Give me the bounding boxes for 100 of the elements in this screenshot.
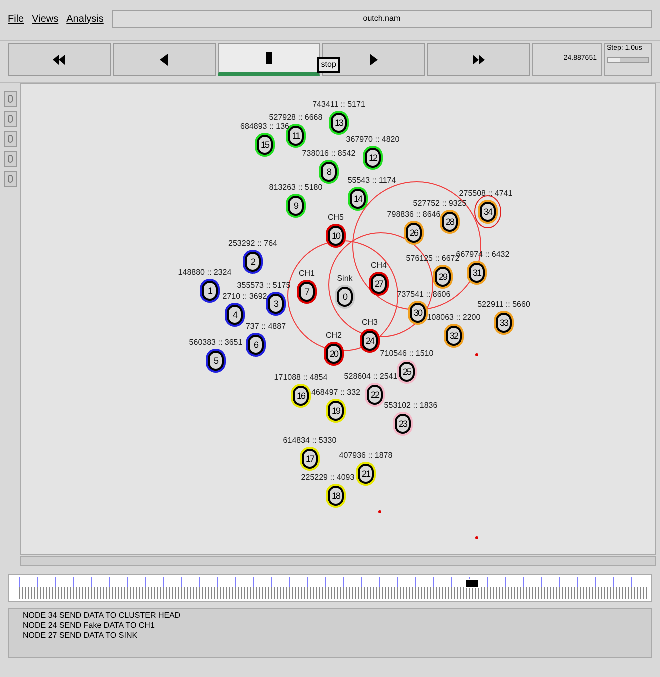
node-number: 34 (482, 204, 494, 220)
network-node[interactable]: 30 (408, 301, 428, 325)
node-label: CH3 (362, 318, 378, 327)
network-node[interactable]: 21 (356, 462, 376, 486)
node-number: 33 (498, 315, 510, 331)
node-label: CH1 (299, 269, 315, 278)
node-number: 17 (304, 451, 316, 467)
toolbar-icon[interactable] (4, 131, 16, 147)
node-label: 367970 :: 4820 (346, 135, 400, 144)
log-line: NODE 34 SEND DATA TO CLUSTER HEAD (23, 611, 182, 621)
network-node[interactable]: 7 (297, 280, 317, 304)
network-node[interactable]: 5 (206, 349, 226, 373)
network-node[interactable]: 0 (335, 285, 355, 309)
toolbar-icon[interactable] (4, 91, 16, 107)
node-label: 528604 :: 2541 (344, 372, 398, 381)
transport-button[interactable] (322, 43, 426, 76)
node-label: 171088 :: 4854 (274, 373, 328, 382)
node-number: 13 (333, 115, 345, 131)
network-node[interactable]: 32 (444, 324, 464, 348)
node-label: 798836 :: 8646 (387, 210, 441, 219)
network-node[interactable]: 31 (467, 261, 487, 285)
node-number: 19 (330, 403, 342, 419)
node-label: 2710 :: 3692 (222, 292, 268, 301)
back-icon (160, 54, 168, 66)
network-node[interactable]: 23 (393, 412, 413, 436)
timeline-marker[interactable] (464, 579, 479, 588)
network-node[interactable]: 2 (243, 250, 263, 274)
network-node[interactable]: 6 (246, 333, 266, 357)
menu-item[interactable]: Views (32, 12, 59, 26)
node-number: 16 (295, 388, 307, 404)
toolbar-icon[interactable] (4, 171, 16, 187)
network-node[interactable]: 13 (329, 111, 349, 135)
node-number: 14 (352, 191, 364, 207)
network-node[interactable]: 3 (266, 292, 286, 316)
log-line: NODE 24 SEND Fake DATA TO CH1 (23, 621, 156, 631)
node-number: 7 (301, 284, 313, 300)
node-number: 24 (364, 333, 376, 349)
network-node[interactable]: 34 (478, 200, 498, 224)
stop-icon (266, 52, 272, 64)
node-number: 22 (369, 387, 381, 403)
node-label: 743411 :: 5171 (312, 100, 366, 109)
network-node[interactable]: 20 (324, 342, 344, 366)
network-node[interactable]: 9 (286, 194, 306, 218)
network-node[interactable]: 15 (255, 133, 275, 157)
node-number: 18 (330, 488, 342, 504)
timeline-slider[interactable] (19, 577, 647, 599)
node-number: 3 (270, 296, 282, 312)
network-node[interactable]: 24 (360, 329, 380, 353)
network-node[interactable]: 25 (397, 360, 417, 384)
play-icon (370, 54, 378, 66)
network-node[interactable]: 1 (200, 279, 220, 303)
packet-dot (476, 354, 478, 356)
node-number: 31 (471, 265, 483, 281)
network-node[interactable]: 14 (348, 187, 368, 211)
node-label: 738016 :: 8542 (302, 149, 356, 158)
network-node[interactable]: 8 (319, 160, 339, 184)
network-node[interactable]: 17 (300, 447, 320, 471)
node-label: 710546 :: 1510 (380, 349, 434, 358)
node-label: 468497 :: 332 (312, 388, 360, 397)
node-number: 15 (259, 137, 271, 153)
node-label: 253292 :: 764 (228, 239, 278, 248)
node-label: 55543 :: 1174 (348, 176, 396, 185)
node-label: CH5 (328, 213, 344, 222)
node-number: 8 (323, 164, 335, 180)
network-node[interactable]: 28 (440, 210, 460, 234)
menu-item[interactable]: Analysis (66, 12, 104, 26)
highlight-ring (474, 196, 502, 228)
node-label: 108063 :: 2200 (427, 313, 481, 322)
node-label: 527928 :: 6668 (269, 113, 323, 122)
network-node[interactable]: 26 (404, 221, 424, 245)
network-node[interactable]: 27 (369, 272, 389, 296)
transport-button[interactable] (218, 43, 320, 76)
node-label: 225229 :: 4093 (301, 473, 355, 482)
network-node[interactable]: 29 (433, 265, 453, 289)
rewind-icon (53, 54, 66, 64)
packet-dot (378, 510, 382, 514)
node-number: 10 (330, 228, 342, 244)
network-node[interactable]: 19 (326, 399, 346, 423)
node-number: 0 (339, 289, 351, 305)
toolbar-icon[interactable] (4, 151, 16, 167)
network-node[interactable]: 10 (326, 224, 346, 248)
log-line: NODE 27 SEND DATA TO SINK (23, 631, 139, 641)
node-number: 6 (250, 337, 262, 353)
horizontal-scrollbar[interactable] (20, 556, 656, 566)
network-node[interactable]: 12 (363, 146, 383, 170)
node-label: 407936 :: 1878 (339, 451, 393, 460)
network-node[interactable]: 33 (494, 311, 514, 335)
toolbar-icon[interactable] (4, 111, 16, 127)
network-node[interactable]: 16 (291, 384, 311, 408)
network-node[interactable]: 18 (326, 484, 346, 508)
node-number: 4 (229, 307, 241, 323)
fast-forward-icon (472, 54, 485, 64)
node-number: 29 (437, 269, 449, 285)
step-slider[interactable] (606, 56, 649, 62)
node-number: 23 (397, 416, 409, 432)
node-number: 25 (401, 364, 413, 380)
network-node[interactable]: 22 (365, 383, 385, 407)
menu-item[interactable]: File (8, 12, 24, 26)
node-label: 522911 :: 5660 (478, 300, 530, 309)
network-node[interactable]: 4 (225, 303, 245, 327)
